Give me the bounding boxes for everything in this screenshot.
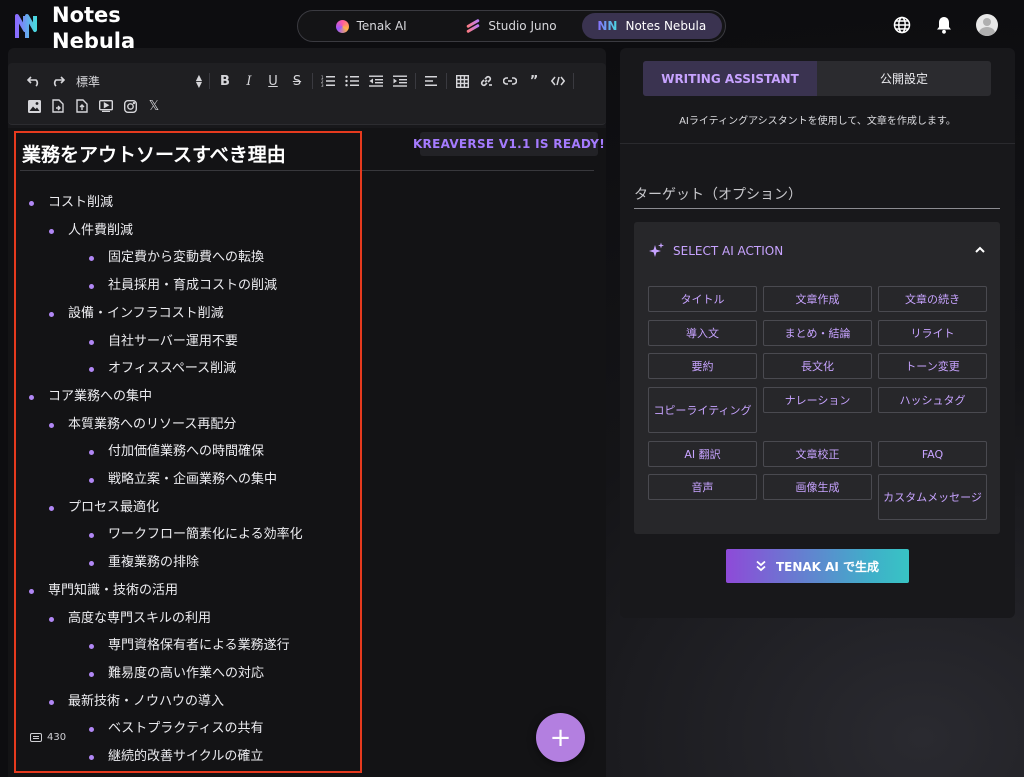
target-input[interactable]: [634, 181, 1000, 209]
app-name: Notes Nebula: [52, 3, 136, 53]
outline-item-level-1[interactable]: 最新技術・ノウハウの導入: [48, 694, 224, 710]
outline-item-level-2[interactable]: 戦略立案・企画業務への集中: [88, 472, 277, 488]
outline-item-level-0[interactable]: コスト削減: [28, 195, 113, 211]
file-upload-icon[interactable]: [70, 96, 94, 116]
ai-action-header[interactable]: SELECT AI ACTION: [648, 242, 783, 259]
tab-studio-juno[interactable]: Studio Juno: [441, 13, 581, 39]
outline-item-level-2[interactable]: 難易度の高い作業への対応: [88, 666, 264, 682]
tab-publish-settings[interactable]: 公開設定: [817, 61, 991, 96]
quote-icon[interactable]: ”: [522, 71, 546, 91]
ai-action-button[interactable]: 文章の続き: [878, 286, 987, 312]
underline-button[interactable]: U: [261, 71, 285, 91]
assistant-tabs: WRITING ASSISTANT 公開設定: [643, 61, 991, 96]
indent-icon[interactable]: [388, 71, 412, 91]
app-switcher: Tenak AI Studio Juno NN Notes Nebula: [297, 10, 726, 42]
svg-text:3: 3: [321, 83, 324, 87]
ai-action-button[interactable]: カスタムメッセージ: [878, 474, 987, 520]
align-left-icon[interactable]: [419, 71, 443, 91]
assistant-description: AIライティングアシスタントを使用して、文章を作成します。: [679, 116, 956, 127]
outline-item-level-1[interactable]: 人件費削減: [48, 223, 133, 239]
outline-item-level-2[interactable]: ベストプラクティスの共有: [88, 721, 263, 737]
tab-tenak-ai[interactable]: Tenak AI: [301, 13, 441, 39]
outdent-icon[interactable]: [364, 71, 388, 91]
bold-button[interactable]: B: [213, 71, 237, 91]
keyboard-icon: [30, 733, 42, 742]
tab-writing-assistant[interactable]: WRITING ASSISTANT: [643, 61, 817, 96]
ai-action-button[interactable]: コピーライティング: [648, 387, 757, 433]
italic-button[interactable]: I: [237, 71, 261, 91]
notes-nebula-icon: NN: [597, 19, 618, 33]
outline-item-level-2[interactable]: 付加価値業務への時間確保: [88, 444, 264, 460]
title-divider: [20, 170, 594, 171]
outline-item-level-2[interactable]: 重複業務の排除: [88, 555, 199, 571]
outline-item-level-1[interactable]: プロセス最適化: [48, 500, 159, 516]
image-icon[interactable]: [22, 96, 46, 116]
tenak-ai-icon: [335, 19, 349, 33]
file-export-icon[interactable]: [46, 96, 70, 116]
outline-item-level-2[interactable]: 自社サーバー運用不要: [89, 334, 238, 350]
ai-action-box: SELECT AI ACTION タイトル 文章作成 文章の続き導入文 まとめ・結論リ…: [634, 222, 1000, 534]
document-title[interactable]: 業務をアウトソースすべき理由: [22, 140, 286, 167]
outline-item-level-2[interactable]: 継続的改善サイクルの確立: [88, 749, 263, 765]
generate-button[interactable]: TENAK AI で生成: [726, 549, 909, 583]
release-banner[interactable]: KREAVERSE V1.1 IS READY!: [413, 132, 605, 156]
ai-action-button[interactable]: ハッシュタグ: [878, 387, 987, 413]
outline-item-level-2[interactable]: オフィススペース削減: [88, 361, 236, 377]
assistant-panel: WRITING ASSISTANT 公開設定 AIライティングアシスタントを使用…: [620, 48, 1015, 618]
x-icon[interactable]: 𝕏: [142, 96, 166, 116]
ai-action-button[interactable]: 長文化: [763, 353, 872, 379]
globe-icon[interactable]: [892, 15, 912, 35]
double-chevron-down-icon: [756, 560, 766, 572]
avatar[interactable]: [976, 14, 998, 36]
bell-icon[interactable]: [934, 15, 954, 35]
editor-toolbar: 標準 ▲ ▼ B I U S 123 ” 𝕏: [8, 63, 606, 125]
outline-item-level-1[interactable]: 高度な専門スキルの利用: [48, 611, 211, 627]
ai-action-button[interactable]: ナレーション: [763, 387, 872, 413]
word-count: 430: [30, 732, 66, 743]
unlink-icon[interactable]: [498, 71, 522, 91]
code-icon[interactable]: [546, 71, 570, 91]
ai-action-button[interactable]: 音声: [648, 474, 757, 500]
ai-action-button[interactable]: リライト: [878, 320, 987, 346]
table-icon[interactable]: [450, 71, 474, 91]
sparkle-icon: [649, 242, 664, 257]
header-actions: [892, 14, 998, 36]
add-button[interactable]: +: [536, 713, 585, 762]
ai-action-button[interactable]: 要約: [648, 353, 757, 379]
link-icon[interactable]: [474, 71, 498, 91]
outline-item-level-0[interactable]: コア業務への集中: [28, 389, 152, 405]
outline-item-level-0[interactable]: 専門知識・技術の活用: [28, 583, 178, 599]
bullet-list-icon[interactable]: [340, 71, 364, 91]
outline-item-level-2[interactable]: ワークフロー簡素化による効率化: [89, 527, 303, 543]
studio-juno-icon: [466, 20, 480, 32]
ai-action-button[interactable]: 画像生成: [763, 474, 872, 500]
ai-action-button[interactable]: トーン変更: [878, 353, 987, 379]
ai-action-button[interactable]: AI 翻訳: [648, 441, 757, 467]
strikethrough-button[interactable]: S: [285, 71, 309, 91]
select-arrows-icon: ▲ ▼: [195, 73, 202, 89]
chevron-up-icon[interactable]: [974, 244, 986, 256]
outline-item-level-1[interactable]: 本質業務へのリソース再配分: [48, 417, 236, 433]
ai-action-button[interactable]: 文章校正: [763, 441, 872, 467]
ordered-list-icon[interactable]: 123: [316, 71, 340, 91]
outline-item-level-1[interactable]: 設備・インフラコスト削減: [49, 306, 224, 322]
notes-nebula-logo-icon: [15, 14, 37, 38]
outline-item-level-2[interactable]: 固定費から変動費への転換: [88, 250, 264, 266]
instagram-icon[interactable]: [118, 96, 142, 116]
outline-item-level-2[interactable]: 専門資格保有者による業務遂行: [89, 638, 290, 654]
ai-action-button[interactable]: 導入文: [648, 320, 757, 346]
ai-action-button[interactable]: まとめ・結論: [763, 320, 872, 346]
ai-action-button[interactable]: 文章作成: [763, 286, 872, 312]
ai-action-button[interactable]: タイトル: [648, 286, 757, 312]
video-icon[interactable]: [94, 96, 118, 116]
outline-item-level-2[interactable]: 社員採用・育成コストの削減: [88, 278, 277, 294]
block-style-select[interactable]: 標準 ▲ ▼: [70, 71, 206, 91]
tab-notes-nebula[interactable]: NN Notes Nebula: [581, 13, 722, 39]
undo-icon[interactable]: [22, 71, 46, 91]
redo-icon[interactable]: [46, 71, 70, 91]
ai-action-button[interactable]: FAQ: [878, 441, 987, 467]
app-logo[interactable]: Notes Nebula: [14, 2, 135, 54]
